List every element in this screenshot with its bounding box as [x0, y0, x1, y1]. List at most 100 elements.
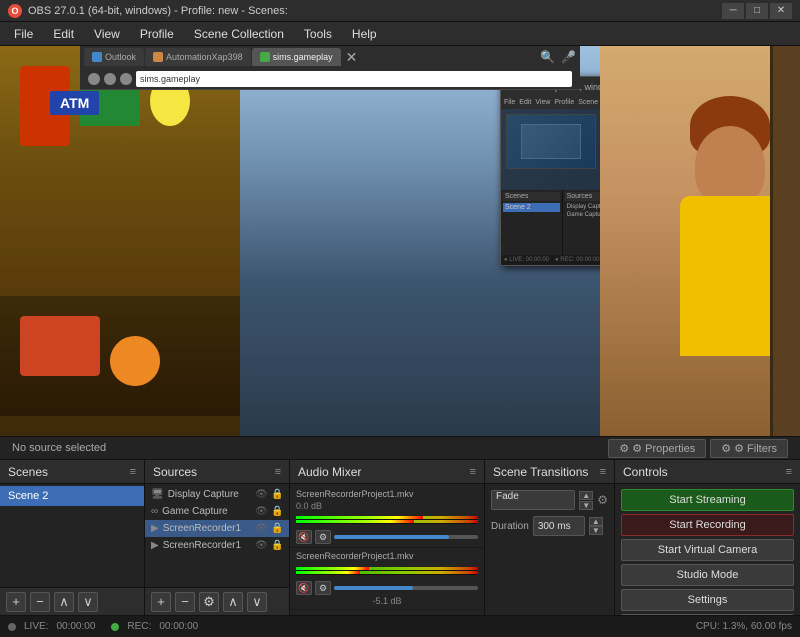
scenes-menu-icon[interactable]: ≡ — [130, 466, 136, 478]
audio-track2-db: -5.1 dB — [296, 596, 478, 606]
audio-track2-config-button[interactable]: ⚙ — [315, 581, 331, 595]
source-item-display[interactable]: 🖥 Display Capture 👁 🔒 — [145, 486, 289, 503]
audio-track2-controls: 🔇 ⚙ — [296, 581, 478, 595]
browser-tab-outlook[interactable]: Outlook — [84, 48, 144, 66]
menubar-item-help[interactable]: Help — [342, 25, 387, 43]
audio-track2-slider[interactable] — [334, 586, 478, 590]
no-source-bar: No source selected ⚙ ⚙ Properties ⚙ ⚙ Fi… — [0, 436, 800, 460]
properties-gear-icon: ⚙ — [619, 442, 629, 455]
source-rec2-eye[interactable]: 👁 — [255, 540, 267, 551]
exit-button[interactable]: Exit — [621, 614, 794, 615]
sims-favicon — [260, 52, 270, 62]
prop-filter-buttons[interactable]: ⚙ ⚙ Properties ⚙ ⚙ Filters — [608, 439, 788, 458]
scenes-down-button[interactable]: ∨ — [78, 592, 98, 612]
controls-title: Controls — [623, 465, 668, 479]
preview-area: Outlook AutomationXap398 sims.gameplay ✕… — [0, 46, 800, 436]
start-streaming-button[interactable]: Start Streaming — [621, 489, 794, 511]
close-tab-icon[interactable]: ✕ — [346, 49, 358, 66]
tab-label-sims: sims.gameplay — [273, 52, 333, 62]
audio-track2-meter — [296, 567, 478, 575]
transition-type-select[interactable]: Fade — [491, 490, 575, 510]
browser-tab-automation[interactable]: AutomationXap398 — [145, 48, 251, 66]
audio-track1-mute-button[interactable]: 🔇 — [296, 530, 312, 544]
sources-panel: Sources ≡ 🖥 Display Capture 👁 🔒 ∞ Game C… — [145, 460, 290, 615]
inner-rec: ● REC: 00:00:00 — [555, 257, 600, 263]
duration-up-arrow[interactable]: ▲ — [589, 517, 603, 526]
scenes-up-button[interactable]: ∧ — [54, 592, 74, 612]
sources-settings-button[interactable]: ⚙ — [199, 592, 219, 612]
browser-tab-bar[interactable]: Outlook AutomationXap398 sims.gameplay ✕… — [80, 46, 580, 68]
search-icon[interactable]: 🔍 — [540, 50, 555, 64]
source-rec1-lock[interactable]: 🔒 — [271, 523, 283, 534]
inner-preview-thumb — [506, 114, 596, 169]
duration-input[interactable]: 300 ms — [533, 516, 585, 536]
scenes-header: Scenes ≡ — [0, 460, 144, 484]
source-display-lock[interactable]: 🔒 — [271, 489, 283, 500]
automation-favicon — [153, 52, 163, 62]
start-recording-button[interactable]: Start Recording — [621, 514, 794, 536]
window-controls[interactable]: ─ □ ✕ — [722, 3, 792, 19]
source-game-lock[interactable]: 🔒 — [271, 506, 283, 517]
sources-remove-button[interactable]: − — [175, 592, 195, 612]
sources-add-button[interactable]: + — [151, 592, 171, 612]
source-item-recorder1[interactable]: ▶ ScreenRecorder1 👁 🔒 — [145, 520, 289, 537]
filters-gear-icon: ⚙ — [721, 442, 731, 455]
browser-tab-sims[interactable]: sims.gameplay — [252, 48, 341, 66]
audio-track2-name: ScreenRecorderProject1.mkv — [296, 551, 478, 561]
maximize-button[interactable]: □ — [746, 3, 768, 19]
mic-icon[interactable]: 🎤 — [561, 50, 576, 64]
menubar-item-view[interactable]: View — [84, 25, 130, 43]
transition-gear-icon[interactable]: ⚙ — [597, 493, 608, 507]
menubar-item-file[interactable]: File — [4, 25, 43, 43]
sources-menu-icon[interactable]: ≡ — [275, 466, 281, 478]
recorder1-icon: ▶ — [151, 523, 159, 534]
audio-mixer-panel: Audio Mixer ≡ ScreenRecorderProject1.mkv… — [290, 460, 485, 615]
scenes-add-button[interactable]: + — [6, 592, 26, 612]
audio-track1-config-button[interactable]: ⚙ — [315, 530, 331, 544]
source-game-eye[interactable]: 👁 — [255, 506, 267, 517]
studio-mode-button[interactable]: Studio Mode — [621, 564, 794, 586]
menubar-item-tools[interactable]: Tools — [294, 25, 342, 43]
scene-item-2[interactable]: Scene 2 — [0, 486, 144, 506]
bottom-panels: Scenes ≡ Scene 2 + − ∧ ∨ Sources ≡ 🖥 Dis… — [0, 460, 800, 615]
transitions-panel: Scene Transitions ≡ Fade ▲ ▼ ⚙ Duration … — [485, 460, 615, 615]
menubar-item-edit[interactable]: Edit — [43, 25, 84, 43]
scenes-title: Scenes — [8, 465, 48, 479]
scenes-remove-button[interactable]: − — [30, 592, 50, 612]
settings-button[interactable]: Settings — [621, 589, 794, 611]
controls-menu-icon[interactable]: ≡ — [786, 466, 792, 478]
source-item-game[interactable]: ∞ Game Capture 👁 🔒 — [145, 503, 289, 520]
nav-forward-icon[interactable] — [104, 73, 116, 85]
transition-arrows: ▲ ▼ — [579, 491, 593, 510]
sources-down-button[interactable]: ∨ — [247, 592, 267, 612]
filters-button[interactable]: ⚙ ⚙ Filters — [710, 439, 788, 458]
audio-body: ScreenRecorderProject1.mkv 0.0 dB 🔇 ⚙ — [290, 484, 484, 615]
nav-back-icon[interactable] — [88, 73, 100, 85]
address-input[interactable]: sims.gameplay — [136, 71, 572, 87]
rec-time: 00:00:00 — [159, 621, 198, 632]
minimize-button[interactable]: ─ — [722, 3, 744, 19]
source-recorder1-label: ScreenRecorder1 — [163, 523, 251, 534]
audio-track1-slider[interactable] — [334, 535, 478, 539]
source-rec2-lock[interactable]: 🔒 — [271, 540, 283, 551]
audio-menu-icon[interactable]: ≡ — [470, 466, 476, 478]
transitions-header: Scene Transitions ≡ — [485, 460, 614, 484]
audio-track1-level-bot — [296, 520, 414, 523]
source-item-recorder2[interactable]: ▶ ScreenRecorder1 👁 🔒 — [145, 537, 289, 554]
transition-down-arrow[interactable]: ▼ — [579, 501, 593, 510]
start-virtual-camera-button[interactable]: Start Virtual Camera — [621, 539, 794, 561]
transition-up-arrow[interactable]: ▲ — [579, 491, 593, 500]
nav-refresh-icon[interactable] — [120, 73, 132, 85]
menubar-item-scene-collection[interactable]: Scene Collection — [184, 25, 294, 43]
source-display-eye[interactable]: 👁 — [255, 489, 267, 500]
close-button[interactable]: ✕ — [770, 3, 792, 19]
menubar-item-profile[interactable]: Profile — [130, 25, 184, 43]
source-rec1-eye[interactable]: 👁 — [255, 523, 267, 534]
transitions-menu-icon[interactable]: ≡ — [600, 466, 606, 478]
audio-track2-mute-button[interactable]: 🔇 — [296, 581, 312, 595]
properties-button[interactable]: ⚙ ⚙ Properties — [608, 439, 706, 458]
character-body — [660, 136, 780, 436]
duration-down-arrow[interactable]: ▼ — [589, 526, 603, 535]
sources-up-button[interactable]: ∧ — [223, 592, 243, 612]
shelf-bottom-decor — [0, 296, 240, 416]
